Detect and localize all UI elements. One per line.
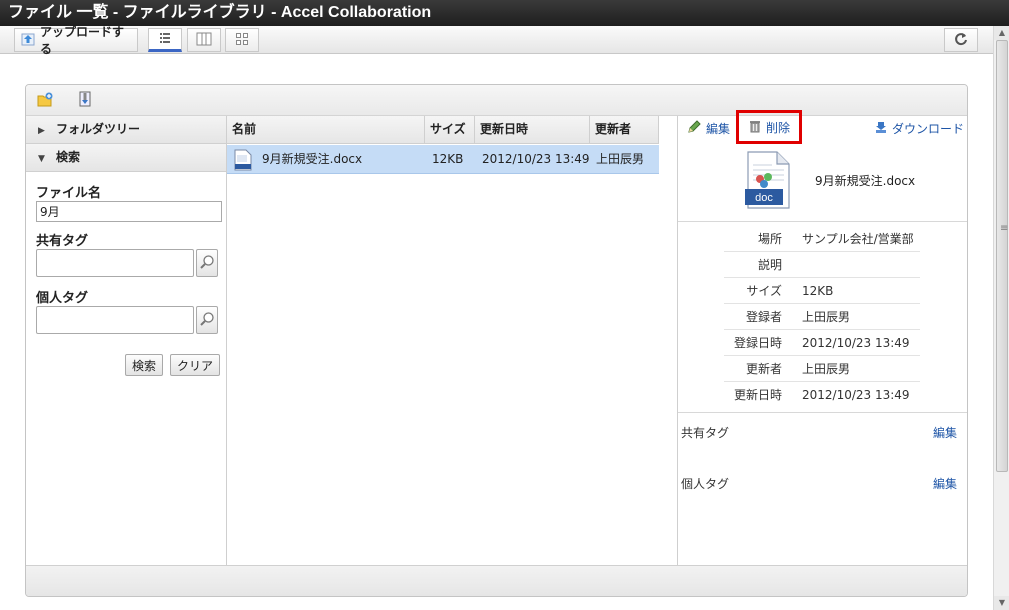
chevron-right-icon: ▶ (38, 126, 45, 136)
search-form: ファイル名 共有タグ 個人タグ (26, 172, 226, 376)
thumbnail-view-button[interactable] (225, 28, 259, 52)
shared-tag-edit-link[interactable]: 編集 (933, 424, 957, 441)
column-view-button[interactable] (187, 28, 221, 52)
search-header[interactable]: ▼ 検索 (26, 144, 226, 172)
grip-icon: ≡ (1000, 223, 1009, 234)
file-size-cell: 12KB (432, 152, 464, 166)
edit-label: 編集 (706, 122, 731, 136)
clear-button[interactable]: クリア (169, 354, 220, 376)
download-zip-icon[interactable] (76, 91, 96, 111)
refresh-button[interactable] (944, 28, 978, 52)
property-row-registered-at: 登録日時 2012/10/23 13:49 (724, 330, 920, 356)
personal-tag-label: 個人タグ (36, 291, 89, 306)
personal-tag-search-button[interactable] (196, 306, 218, 334)
sidebar: ▶ フォルダツリー ▼ 検索 ファイル名 共有タグ 個人タグ (26, 116, 227, 566)
delete-link[interactable]: 削除 (736, 110, 802, 144)
download-icon (874, 120, 888, 139)
file-updated-cell: 2012/10/23 13:49 (482, 152, 590, 166)
file-name-label: ファイル名 (36, 186, 102, 201)
thumbnail-view-icon (235, 32, 249, 49)
doc-file-icon: doc (744, 151, 792, 212)
list-view-button[interactable] (148, 28, 182, 52)
divider (678, 412, 967, 413)
pencil-icon (686, 119, 702, 140)
table-row[interactable]: 9月新規受注.docx 12KB 2012/10/23 13:49 上田辰男 (227, 145, 659, 174)
column-view-icon (196, 32, 212, 49)
column-header-updater[interactable]: 更新者 (590, 116, 659, 144)
scroll-up-arrow-icon[interactable]: ▲ (994, 26, 1009, 40)
property-row-location: 場所 サンプル会社/営業部 (724, 226, 920, 252)
download-link[interactable]: ダウンロード (874, 119, 964, 139)
trash-icon (748, 119, 762, 136)
search-button[interactable]: 検索 (124, 354, 163, 376)
column-header-size[interactable]: サイズ (425, 116, 475, 144)
personal-tag-detail-label: 個人タグ (681, 477, 730, 491)
panel-footer (26, 565, 967, 596)
upload-button[interactable]: アップロードする (14, 25, 138, 56)
vertical-scrollbar[interactable]: ▲ ≡ ▼ (993, 26, 1009, 610)
file-updater-cell: 上田辰男 (596, 152, 645, 166)
property-table: 場所 サンプル会社/営業部 説明 サイズ 12KB 登録者 上田辰男 登録日時 2012… (724, 226, 920, 408)
chevron-down-icon: ▼ (38, 154, 45, 164)
main-toolbar: アップロードする (0, 25, 993, 56)
delete-label: 削除 (765, 120, 790, 135)
detail-file-name: 9月新規受注.docx (815, 174, 916, 188)
new-folder-icon[interactable] (36, 91, 56, 111)
edit-link[interactable]: 編集 (686, 119, 730, 139)
personal-tag-input[interactable] (36, 306, 194, 334)
scroll-thumb[interactable]: ≡ (996, 40, 1008, 472)
download-label: ダウンロード (892, 122, 965, 136)
column-header-updated[interactable]: 更新日時 (475, 116, 590, 144)
shared-tag-label: 共有タグ (36, 234, 89, 249)
refresh-icon (954, 32, 968, 49)
property-row-size: サイズ 12KB (724, 278, 920, 304)
file-list: 名前 サイズ 更新日時 更新者 9月新規受注.docx 12KB 2012/10… (227, 116, 678, 566)
divider (678, 221, 967, 222)
personal-tag-edit-link[interactable]: 編集 (933, 475, 957, 492)
magnifier-icon (199, 311, 215, 330)
doc-badge-text: doc (755, 192, 773, 204)
scroll-down-arrow-icon[interactable]: ▼ (994, 596, 1009, 610)
window-title: ファイル 一覧 - ファイルライブラリ - Accel Collaboratio… (0, 0, 1009, 26)
shared-tag-input[interactable] (36, 249, 194, 277)
shared-tag-detail-label: 共有タグ (681, 426, 730, 440)
file-name-cell: 9月新規受注.docx (262, 152, 363, 166)
property-row-updated-at: 更新日時 2012/10/23 13:49 (733, 388, 910, 402)
column-header-name[interactable]: 名前 (227, 116, 425, 144)
search-header-label: 検索 (56, 150, 81, 164)
file-name-input[interactable] (36, 201, 222, 222)
upload-icon (21, 32, 35, 49)
folder-tree-header[interactable]: ▶ フォルダツリー (26, 116, 226, 144)
list-view-icon (158, 31, 172, 48)
upload-button-label: アップロードする (40, 25, 125, 56)
shared-tag-search-button[interactable] (196, 249, 218, 277)
magnifier-icon (199, 254, 215, 273)
file-library-panel: ▶ フォルダツリー ▼ 検索 ファイル名 共有タグ 個人タグ (25, 84, 968, 597)
property-row-description: 説明 (724, 252, 920, 278)
folder-tree-label: フォルダツリー (56, 122, 141, 136)
property-row-updater: 更新者 上田辰男 (724, 356, 920, 382)
file-detail-panel: 編集 削除 ダウンロード doc 9月新規受注.docx 場所 サンプル会社/営… (678, 110, 967, 566)
panel-toolbar (26, 85, 967, 116)
file-list-header: 名前 サイズ 更新日時 更新者 (227, 116, 659, 144)
property-row-registrant: 登録者 上田辰男 (724, 304, 920, 330)
